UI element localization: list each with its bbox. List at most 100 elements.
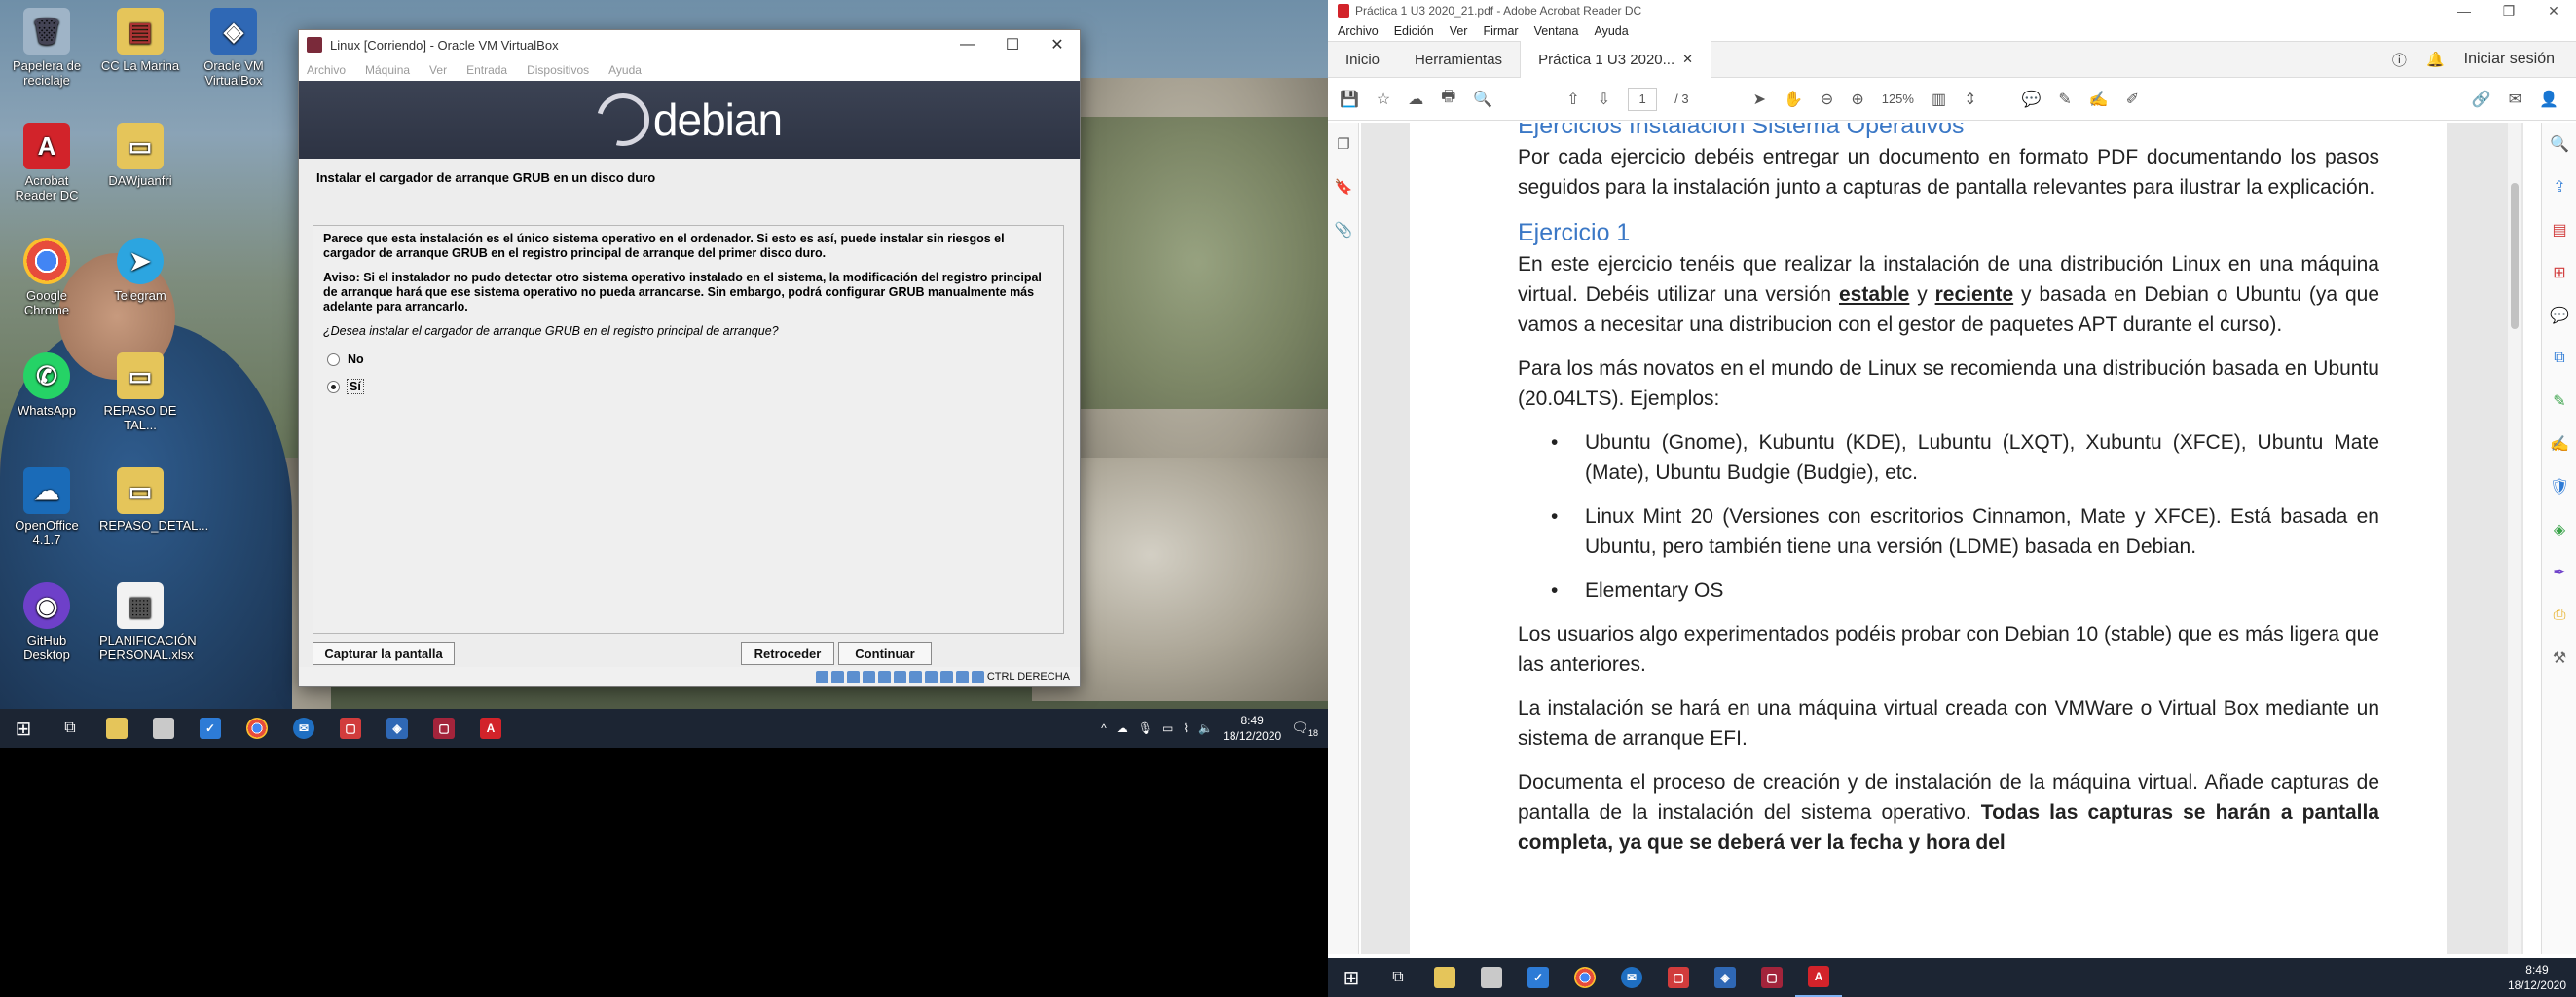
- sign-icon[interactable]: ✍: [2089, 90, 2109, 109]
- menu-dispositivos[interactable]: Dispositivos: [527, 63, 589, 77]
- menu-ver[interactable]: Ver: [429, 63, 447, 77]
- radio-option-yes[interactable]: Sí: [327, 379, 1053, 394]
- vbox-titlebar[interactable]: Linux [Corriendo] - Oracle VM VirtualBox…: [299, 30, 1080, 59]
- attachments-icon[interactable]: 📎: [1328, 208, 1359, 251]
- fill-and-sign-icon[interactable]: ✍: [2542, 423, 2576, 465]
- save-icon[interactable]: 💾: [1340, 90, 1359, 109]
- taskbar-todo[interactable]: ✓: [187, 709, 234, 748]
- taskbar-chrome[interactable]: [234, 709, 280, 748]
- menu-archivo[interactable]: Archivo: [1338, 24, 1379, 38]
- menu-ver[interactable]: Ver: [1450, 24, 1468, 38]
- minimize-icon[interactable]: —: [2442, 3, 2486, 19]
- desktop-icon-repaso-de-tal[interactable]: ▭ REPASO DE TAL...: [99, 352, 181, 432]
- zoom-in-icon[interactable]: ⊕: [1851, 90, 1863, 109]
- signin-button[interactable]: Iniciar sesión: [2464, 51, 2555, 68]
- edit-pdf-icon[interactable]: ✎: [2542, 380, 2576, 423]
- taskbar-virtualbox[interactable]: ◈: [1702, 958, 1748, 997]
- taskbar-chrome[interactable]: [1562, 958, 1608, 997]
- notification-center-icon[interactable]: 🗨18: [1291, 720, 1318, 738]
- share-user-icon[interactable]: 👤: [2539, 90, 2558, 109]
- search-tool-icon[interactable]: 🔍: [2542, 123, 2576, 166]
- taskbar-virtualbox[interactable]: ◈: [374, 709, 421, 748]
- comment-icon[interactable]: 💬: [2022, 90, 2042, 109]
- document-viewport[interactable]: Ejercicios Instalación Sistema Operativo…: [1361, 123, 2523, 954]
- back-button[interactable]: Retroceder: [741, 642, 834, 665]
- enhance-scans-icon[interactable]: ◈: [2542, 508, 2576, 551]
- acrobat-titlebar[interactable]: Práctica 1 U3 2020_21.pdf - Adobe Acroba…: [1328, 0, 2576, 21]
- taskbar-thunderbird[interactable]: ✉: [1608, 958, 1655, 997]
- taskbar-acrobat[interactable]: A: [1795, 958, 1842, 997]
- desktop-icon-repaso-detal[interactable]: ▭ REPASO_DETAL...: [99, 467, 208, 533]
- volume-icon[interactable]: 🔈: [1198, 721, 1213, 735]
- taskbar-paint[interactable]: [1468, 958, 1515, 997]
- tab-document[interactable]: Práctica 1 U3 2020... ✕: [1520, 41, 1712, 78]
- network-icon[interactable]: [862, 670, 875, 683]
- capture-screen-button[interactable]: Capturar la pantalla: [313, 642, 455, 665]
- taskbar-clock[interactable]: 8:49 18/12/2020: [1223, 713, 1281, 744]
- task-view-button[interactable]: ⧉: [47, 709, 93, 748]
- taskbar-todo[interactable]: ✓: [1515, 958, 1562, 997]
- send-for-signature-icon[interactable]: ✒: [2542, 551, 2576, 594]
- help-icon[interactable]: ⓘ: [2392, 50, 2407, 70]
- desktop-icon-telegram[interactable]: ➤ Telegram: [99, 238, 181, 303]
- zoom-level-select[interactable]: 125%: [1882, 92, 1914, 106]
- mouse-integration-icon[interactable]: [955, 670, 969, 683]
- taskbar-app-red[interactable]: ▢: [327, 709, 374, 748]
- zoom-out-icon[interactable]: ⊖: [1821, 90, 1833, 109]
- close-icon[interactable]: ✕: [1035, 30, 1080, 59]
- scrollbar-thumb[interactable]: [2511, 183, 2519, 329]
- cpu-icon[interactable]: [939, 670, 953, 683]
- print-icon[interactable]: 🖶: [1441, 86, 1455, 112]
- desktop-icon-chrome[interactable]: Google Chrome: [6, 238, 88, 317]
- restore-icon[interactable]: ❐: [2486, 3, 2531, 19]
- vertical-scrollbar[interactable]: [2508, 123, 2521, 954]
- menu-archivo[interactable]: Archivo: [307, 63, 346, 77]
- taskbar-vm-running[interactable]: ▢: [1748, 958, 1795, 997]
- start-button[interactable]: ⊞: [0, 709, 47, 748]
- desktop-icon-whatsapp[interactable]: ✆ WhatsApp: [6, 352, 88, 418]
- usb-icon[interactable]: [877, 670, 891, 683]
- page-number-input[interactable]: 1: [1628, 87, 1658, 111]
- stamp-icon[interactable]: ⎙: [2542, 594, 2576, 637]
- battery-icon[interactable]: ▭: [1162, 721, 1173, 735]
- taskbar-thunderbird[interactable]: ✉: [280, 709, 327, 748]
- radio-option-no[interactable]: No: [327, 352, 1053, 366]
- more-tools-icon[interactable]: ⚒: [2542, 637, 2576, 680]
- task-view-button[interactable]: ⧉: [1375, 958, 1421, 997]
- email-icon[interactable]: ✉: [2509, 90, 2521, 109]
- desktop-icon-dawjuanfri[interactable]: ▭ DAWjuanfri: [99, 123, 181, 188]
- desktop-icon-recycle-bin[interactable]: 🗑 Papelera de reciclaje: [6, 8, 88, 88]
- menu-firmar[interactable]: Firmar: [1483, 24, 1518, 38]
- search-icon[interactable]: 🔍: [1473, 90, 1492, 109]
- taskbar-clock[interactable]: 8:49 18/12/2020: [2508, 962, 2566, 993]
- desktop-icon-planificacion[interactable]: ▦ PLANIFICACIÓN PERSONAL.xlsx: [99, 582, 197, 662]
- taskbar-acrobat[interactable]: A: [467, 709, 514, 748]
- menu-ventana[interactable]: Ventana: [1534, 24, 1579, 38]
- taskbar-explorer[interactable]: [93, 709, 140, 748]
- microphone-icon[interactable]: 🎙: [1138, 721, 1153, 735]
- continue-button[interactable]: Continuar: [838, 642, 932, 665]
- upload-cloud-icon[interactable]: ☁: [1408, 90, 1423, 109]
- bell-icon[interactable]: 🔔: [2426, 51, 2445, 68]
- menu-ayuda[interactable]: Ayuda: [608, 63, 642, 77]
- taskbar-paint[interactable]: [140, 709, 187, 748]
- desktop-icon-openoffice[interactable]: ☁ OpenOffice 4.1.7: [6, 467, 88, 547]
- highlight-icon[interactable]: ✎: [2058, 90, 2071, 109]
- wifi-icon[interactable]: ⌇: [1183, 721, 1189, 735]
- page-layout-icon[interactable]: ▥: [1932, 90, 1946, 109]
- taskbar-explorer[interactable]: [1421, 958, 1468, 997]
- page-thumbnails-icon[interactable]: ❐: [1328, 123, 1359, 166]
- taskbar-vm-running[interactable]: ▢: [421, 709, 467, 748]
- export-pdf-icon[interactable]: ⇪: [2542, 166, 2576, 208]
- hand-tool-icon[interactable]: ✋: [1784, 90, 1803, 109]
- desktop-icon-github[interactable]: ◉ GitHub Desktop: [6, 582, 88, 662]
- protect-icon[interactable]: 🛡: [2542, 465, 2576, 508]
- menu-entrada[interactable]: Entrada: [466, 63, 507, 77]
- desktop-icon-cc-la-marina[interactable]: ▤ CC La Marina: [99, 8, 181, 73]
- tab-inicio[interactable]: Inicio: [1328, 41, 1397, 78]
- minimize-icon[interactable]: —: [945, 30, 990, 59]
- bookmark-star-icon[interactable]: ☆: [1377, 90, 1390, 109]
- create-pdf-icon[interactable]: ⊞: [2542, 251, 2576, 294]
- page-up-icon[interactable]: ⇧: [1566, 90, 1579, 109]
- shared-folder-icon[interactable]: [893, 670, 906, 683]
